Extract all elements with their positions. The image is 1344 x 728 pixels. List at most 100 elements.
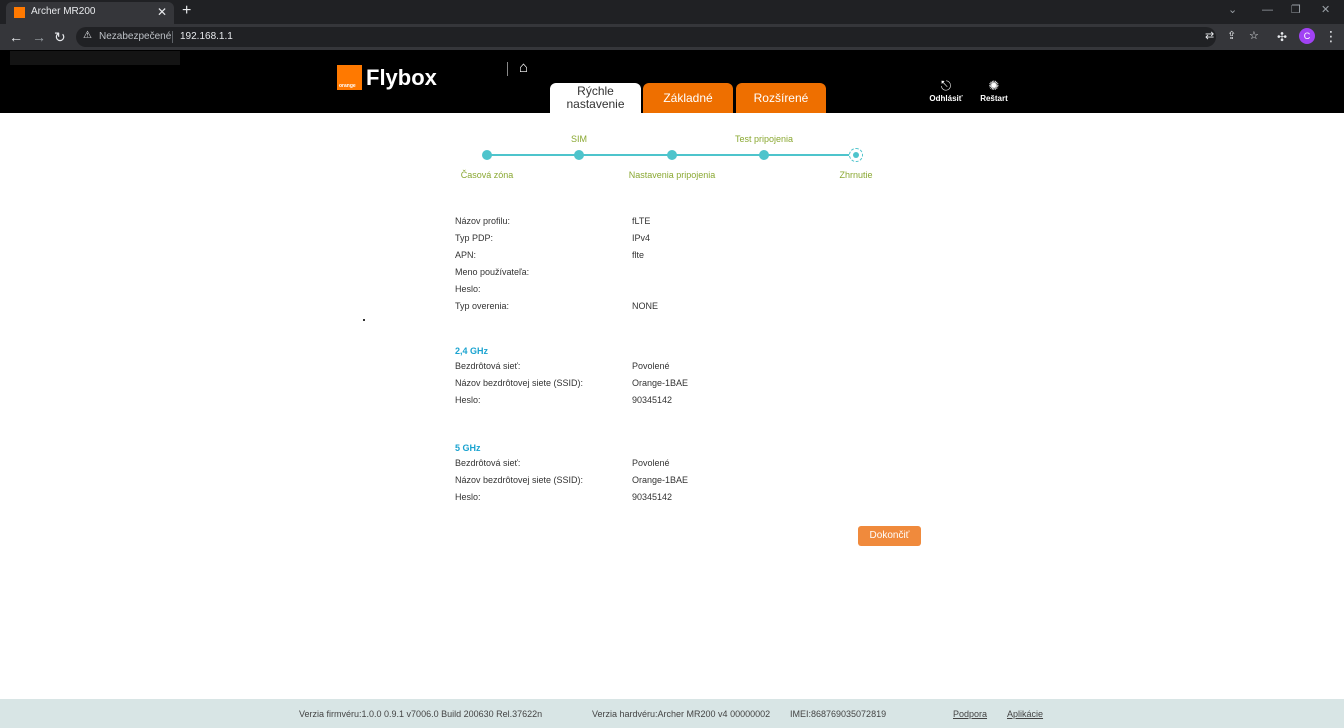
- tab-basic-label: Základné: [663, 91, 713, 105]
- step-dot-1: [482, 150, 492, 160]
- orange-logo: orange: [337, 65, 362, 90]
- row-key: Heslo:: [455, 492, 481, 502]
- hardware-version: Verzia hardvéru:Archer MR200 v4 00000002: [592, 709, 771, 719]
- tab-advanced[interactable]: Rozšírené: [736, 83, 826, 113]
- header-overlay: [10, 51, 180, 65]
- share-icon[interactable]: ⇪: [1227, 30, 1236, 43]
- new-tab-button[interactable]: +: [182, 2, 191, 20]
- step-label-2: SIM: [570, 134, 588, 144]
- row-key: Meno používateľa:: [455, 267, 530, 277]
- support-link[interactable]: Podpora: [953, 709, 987, 719]
- back-icon[interactable]: ←: [9, 28, 23, 46]
- stray-dot: [363, 319, 365, 321]
- browser-tab[interactable]: Archer MR200 ✕: [6, 2, 174, 24]
- tab-quick-setup-line1: Rýchle: [577, 84, 614, 98]
- step-dot-5-current: [849, 148, 863, 162]
- brand-name: Flybox: [366, 65, 437, 90]
- step-label-1: Časová zóna: [460, 170, 514, 180]
- row-key: Typ overenia:: [455, 301, 510, 311]
- translate-icon[interactable]: ⇄: [1205, 30, 1214, 43]
- step-label-5: Zhrnutie: [839, 170, 873, 180]
- setup-stepper: Časová zóna SIM Nastavenia pripojenia Te…: [440, 125, 900, 185]
- step-label-4: Test pripojenia: [734, 134, 794, 144]
- firmware-version: Verzia firmvéru:1.0.0 0.9.1 v7006.0 Buil…: [299, 709, 543, 719]
- summary-row-ssid-5: Názov bezdrôtovej siete (SSID): Orange-1…: [455, 475, 925, 492]
- tab-close-icon[interactable]: ✕: [157, 5, 167, 19]
- row-value: 90345142: [632, 395, 673, 405]
- summary-row-ssid-24: Názov bezdrôtovej siete (SSID): Orange-1…: [455, 378, 925, 395]
- tab-search-icon[interactable]: ⌄: [1228, 3, 1237, 17]
- logout-button[interactable]: ⎋ Odhlásiť: [926, 78, 966, 104]
- home-icon[interactable]: ⌂: [519, 60, 528, 76]
- row-value: Orange-1BAE: [632, 378, 689, 388]
- step-dot-4: [759, 150, 769, 160]
- warning-icon[interactable]: ⚠: [83, 30, 92, 41]
- tab-basic[interactable]: Základné: [643, 83, 733, 113]
- row-value: IPv4: [632, 233, 651, 243]
- extensions-icon[interactable]: ✣: [1277, 30, 1287, 44]
- browser-menu-icon[interactable]: ⋮: [1324, 28, 1338, 44]
- step-dot-2: [574, 150, 584, 160]
- row-key: Bezdrôtová sieť:: [455, 458, 521, 468]
- imei: IMEI:868769035072819: [790, 709, 887, 719]
- browser-tab-strip: Archer MR200 ✕ + ⌄ — ❐ ✕: [0, 0, 1344, 24]
- brand-badge-text: orange: [339, 83, 356, 89]
- summary-row-wireless-5: Bezdrôtová sieť: Povolené: [455, 458, 925, 475]
- section-title-5ghz: 5 GHz: [455, 443, 481, 453]
- apps-link[interactable]: Aplikácie: [1007, 709, 1043, 719]
- address-divider: [172, 31, 173, 43]
- restart-icon: ✺: [988, 78, 1000, 93]
- row-key: Názov profilu:: [455, 216, 511, 226]
- reload-icon[interactable]: ↻: [54, 28, 66, 46]
- url-text[interactable]: 192.168.1.1: [180, 31, 233, 42]
- section-title-24ghz: 2,4 GHz: [455, 346, 489, 356]
- router-header: orange Flybox ⌂ Rýchle nastavenie Základ…: [0, 50, 1344, 113]
- summary-row-password: Heslo:: [455, 284, 925, 301]
- restart-button[interactable]: ✺ Reštart: [974, 78, 1014, 104]
- bookmark-star-icon[interactable]: ☆: [1249, 30, 1259, 43]
- site-favicon-icon: [14, 7, 25, 18]
- step-label-3: Nastavenia pripojenia: [628, 170, 716, 180]
- finish-button[interactable]: Dokončiť: [858, 526, 921, 546]
- row-value: Povolené: [632, 458, 670, 468]
- summary-row-username: Meno používateľa:: [455, 267, 925, 284]
- profile-avatar[interactable]: C: [1299, 28, 1315, 44]
- logout-icon: ⎋: [940, 78, 952, 93]
- row-value: Povolené: [632, 361, 670, 371]
- summary-row-auth-type: Typ overenia: NONE: [455, 301, 925, 318]
- row-key: Bezdrôtová sieť:: [455, 361, 521, 371]
- summary-row-pdp-type: Typ PDP: IPv4: [455, 233, 925, 250]
- tab-quick-setup[interactable]: Rýchle nastavenie: [550, 83, 641, 113]
- row-value: Orange-1BAE: [632, 475, 689, 485]
- close-window-icon[interactable]: ✕: [1321, 3, 1330, 17]
- security-status[interactable]: Nezabezpečené: [99, 31, 171, 42]
- row-value: flte: [632, 250, 645, 260]
- tab-title: Archer MR200: [31, 6, 96, 17]
- row-key: Názov bezdrôtovej siete (SSID):: [455, 475, 584, 485]
- tab-advanced-label: Rozšírené: [753, 91, 809, 105]
- restore-icon[interactable]: ❐: [1291, 3, 1301, 17]
- summary-panel: Názov profilu: fLTE Typ PDP: IPv4 APN: f…: [455, 216, 925, 509]
- step-dot-3: [667, 150, 677, 160]
- row-value: NONE: [632, 301, 659, 311]
- row-key: APN:: [455, 250, 477, 260]
- row-value: fLTE: [632, 216, 651, 226]
- minimize-icon[interactable]: —: [1262, 3, 1273, 17]
- tab-quick-setup-line2: nastavenie: [566, 97, 625, 111]
- summary-row-apn: APN: flte: [455, 250, 925, 267]
- row-value: 90345142: [632, 492, 673, 502]
- browser-toolbar: ← → ↻ ⚠ Nezabezpečené 192.168.1.1 ⇄ ⇪ ☆ …: [0, 24, 1344, 50]
- forward-icon[interactable]: →: [32, 28, 46, 46]
- summary-row-password-24: Heslo: 90345142: [455, 395, 925, 412]
- summary-row-profile-name: Názov profilu: fLTE: [455, 216, 925, 233]
- logout-label: Odhlásiť: [929, 94, 963, 103]
- address-bar[interactable]: ⚠ Nezabezpečené 192.168.1.1 ⇄ ⇪ ☆: [76, 27, 1259, 47]
- row-key: Heslo:: [455, 395, 481, 405]
- summary-row-password-5: Heslo: 90345142: [455, 492, 925, 509]
- row-key: Heslo:: [455, 284, 481, 294]
- row-key: Názov bezdrôtovej siete (SSID):: [455, 378, 584, 388]
- summary-row-wireless-24: Bezdrôtová sieť: Povolené: [455, 361, 925, 378]
- page-footer: Verzia firmvéru:1.0.0 0.9.1 v7006.0 Buil…: [0, 699, 1344, 728]
- header-divider: [507, 62, 508, 76]
- row-key: Typ PDP:: [455, 233, 494, 243]
